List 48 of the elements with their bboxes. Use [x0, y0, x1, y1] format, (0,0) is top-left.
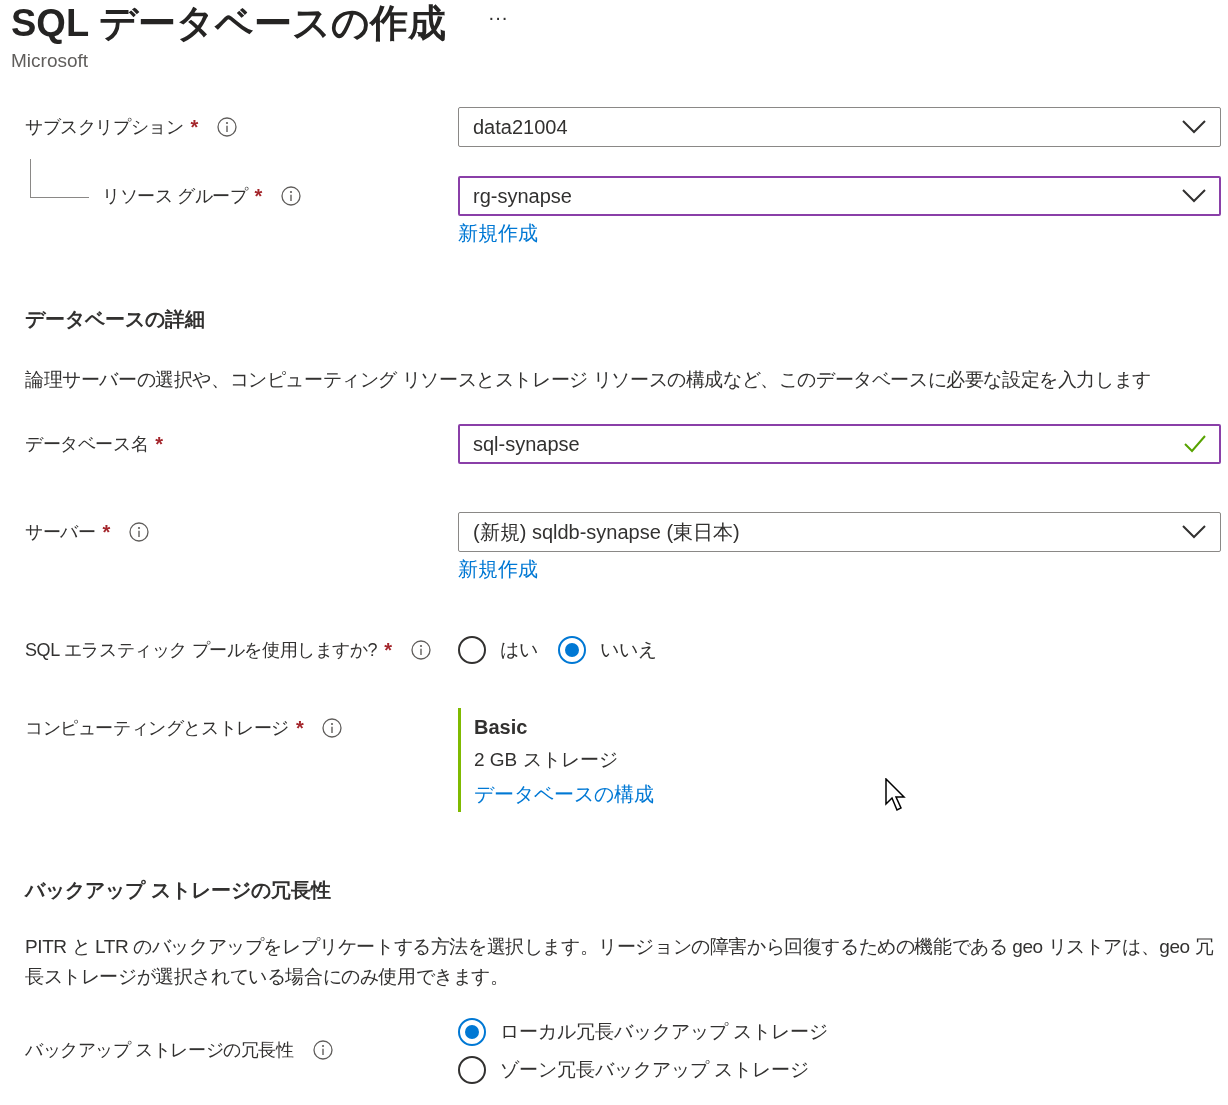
section-description: PITR と LTR のバックアップをレプリケートする方法を選択します。リージョンの障害から回復するための機能である geo リストアは、geo 冗長ストレージが選択されている場合にのみ使用できます。 [25, 935, 1215, 989]
more-options-button[interactable]: ··· [488, 5, 508, 29]
publisher-name: Microsoft [11, 50, 90, 72]
field-label: コンピューティングとストレージ [25, 717, 289, 740]
configure-link[interactable]: データベースの構成 [474, 781, 1221, 808]
section-description: 論理サーバーの選択や、コンピューティング リソースとストレージ リソースの構成など、このデータベースに必要な設定を入力します [25, 368, 1152, 392]
create-new-link[interactable]: 新規作成 [458, 556, 538, 583]
tree-connector [30, 159, 89, 198]
info-icon[interactable] [128, 522, 149, 542]
radio-option[interactable]: ローカル冗長バックアップ ストレージ [458, 1018, 1221, 1046]
info-icon[interactable] [312, 1040, 333, 1060]
mouse-pointer-icon [885, 778, 907, 812]
section-heading: バックアップ ストレージの冗長性 [25, 877, 332, 903]
field-label: サーバー [25, 521, 96, 544]
radio-button[interactable] [458, 1018, 486, 1046]
info-icon[interactable] [322, 718, 343, 738]
radio-option[interactable]: ゾーン冗長バックアップ ストレージ [458, 1056, 1221, 1084]
required-asterisk: * [102, 520, 110, 544]
radio-button[interactable] [558, 636, 586, 664]
page-title: SQL データベースの作成 [11, 0, 446, 46]
field-label: SQL エラスティック プールを使用しますか? [25, 639, 378, 662]
info-icon[interactable] [280, 186, 301, 206]
tier-name: Basic [474, 716, 529, 739]
required-asterisk: * [190, 115, 198, 139]
required-asterisk: * [296, 716, 304, 740]
required-asterisk: * [254, 184, 262, 208]
dropdown[interactable]: rg-synapse [458, 176, 1221, 216]
required-asterisk: * [384, 638, 392, 662]
section-heading: データベースの詳細 [25, 306, 206, 332]
input-field[interactable]: sql-synapse [458, 424, 1221, 464]
field-label: データベース名 [25, 433, 149, 456]
radio-button[interactable] [458, 636, 486, 664]
chevron-down-icon [1182, 525, 1206, 539]
required-asterisk: * [155, 432, 163, 456]
radio-option[interactable]: はい [458, 636, 538, 664]
chevron-down-icon [1182, 120, 1206, 134]
dropdown[interactable]: (新規) sqldb-synapse (東日本) [458, 512, 1221, 552]
field-label: サブスクリプション [25, 116, 184, 139]
info-icon[interactable] [410, 640, 431, 660]
radio-button[interactable] [458, 1056, 486, 1084]
radio-option[interactable]: いいえ [558, 636, 657, 664]
chevron-down-icon [1182, 189, 1206, 203]
dropdown[interactable]: data21004 [458, 107, 1221, 147]
info-icon[interactable] [216, 117, 237, 137]
create-new-link[interactable]: 新規作成 [458, 220, 538, 247]
storage-size: 2 GB ストレージ [474, 748, 619, 772]
field-label: バックアップ ストレージの冗長性 [25, 1039, 294, 1062]
field-label: リソース グループ [102, 185, 248, 208]
